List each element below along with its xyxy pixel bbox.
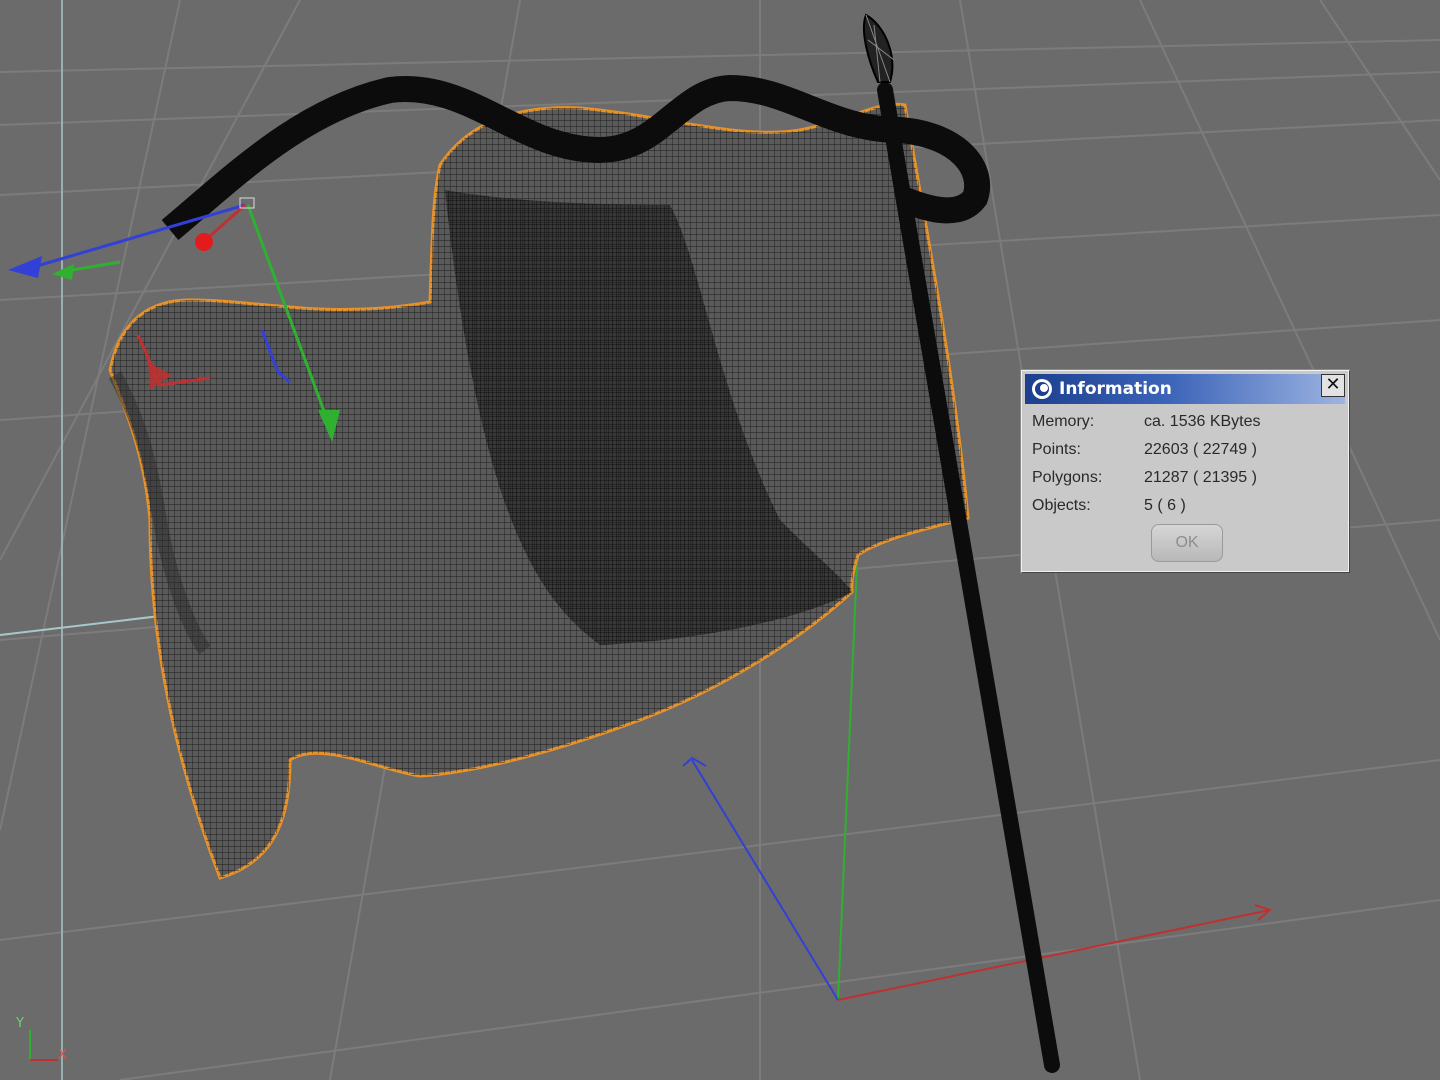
dialog-title-bar[interactable]: Information	[1025, 374, 1345, 404]
world-axis-indicator	[29, 1030, 58, 1061]
close-button[interactable]: ✕	[1321, 374, 1345, 397]
information-dialog: Information ✕ Memory: ca. 1536 KBytes Po…	[1021, 370, 1349, 572]
objects-label: Objects:	[1032, 497, 1091, 514]
cinema4d-logo-icon	[1032, 379, 1052, 399]
objects-value: 5 ( 6 )	[1144, 497, 1186, 514]
dialog-title: Information	[1059, 379, 1172, 399]
ok-button[interactable]: OK	[1151, 524, 1223, 562]
memory-label: Memory:	[1032, 413, 1095, 430]
memory-value: ca. 1536 KBytes	[1144, 413, 1261, 430]
points-value: 22603 ( 22749 )	[1144, 441, 1257, 458]
polygons-label: Polygons:	[1032, 469, 1103, 486]
points-label: Points:	[1032, 441, 1081, 458]
close-icon: ✕	[1325, 374, 1341, 395]
axis-label-x: X	[58, 1048, 67, 1063]
polygons-value: 21287 ( 21395 )	[1144, 469, 1257, 486]
axis-label-y: Y	[16, 1016, 24, 1031]
flag-cloth-mesh	[108, 102, 970, 880]
